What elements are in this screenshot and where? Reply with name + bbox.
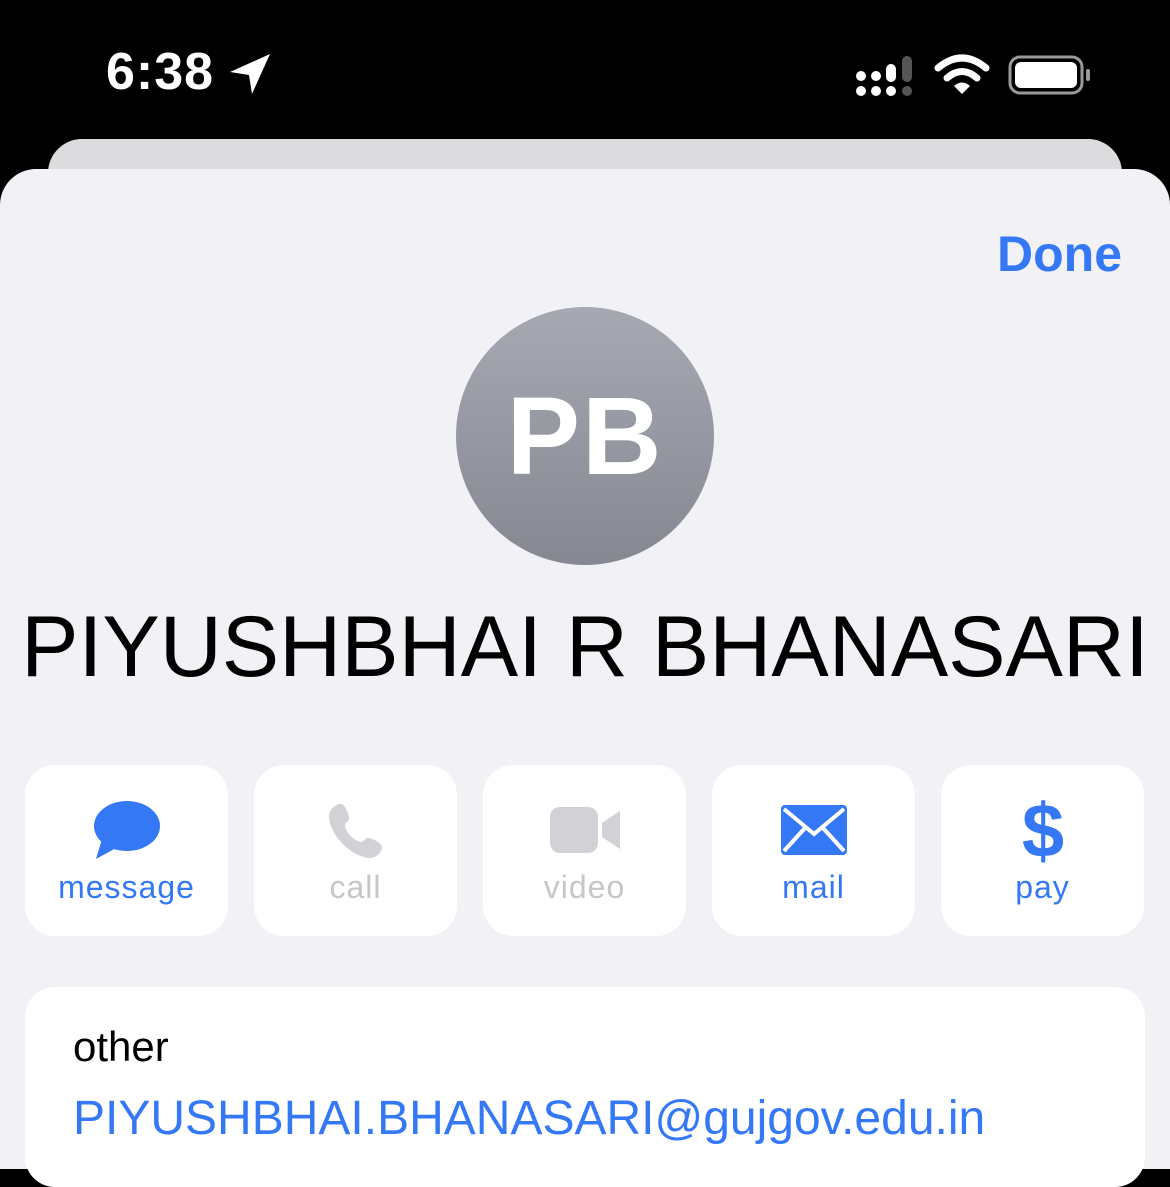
- call-label: call: [329, 869, 382, 905]
- envelope-icon: [780, 805, 847, 855]
- email-card: other PIYUSHBHAI.BHANASARI@gujgov.edu.in: [25, 987, 1145, 1187]
- video-button[interactable]: video: [483, 765, 686, 936]
- avatar: PB: [456, 307, 714, 565]
- video-camera-icon: [549, 807, 620, 853]
- call-button[interactable]: call: [254, 765, 457, 936]
- pay-label: pay: [1015, 869, 1070, 905]
- message-label: message: [58, 869, 195, 905]
- svg-text:$: $: [1021, 793, 1063, 867]
- status-time: 6:38: [106, 43, 215, 101]
- email-address-link[interactable]: PIYUSHBHAI.BHANASARI@gujgov.edu.in: [73, 1091, 985, 1146]
- contact-name: PIYUSHBHAI R BHANASARI: [21, 599, 1149, 695]
- avatar-initials: PB: [506, 374, 664, 498]
- pay-button[interactable]: $ pay: [941, 765, 1144, 936]
- location-arrow-icon: [230, 54, 270, 94]
- battery-icon: [1008, 55, 1090, 95]
- phone-icon: [328, 803, 382, 858]
- status-bar: 6:38: [0, 0, 1170, 140]
- mail-label: mail: [782, 869, 845, 905]
- done-button[interactable]: Done: [997, 225, 1122, 283]
- email-type-label: other: [73, 1023, 169, 1070]
- wifi-icon: [934, 54, 990, 94]
- message-bubble-icon: [93, 801, 160, 859]
- video-label: video: [543, 869, 626, 905]
- mail-button[interactable]: mail: [712, 765, 915, 936]
- dollar-icon: $: [1021, 793, 1063, 867]
- message-button[interactable]: message: [25, 765, 228, 936]
- cellular-signal-icon: [856, 56, 912, 96]
